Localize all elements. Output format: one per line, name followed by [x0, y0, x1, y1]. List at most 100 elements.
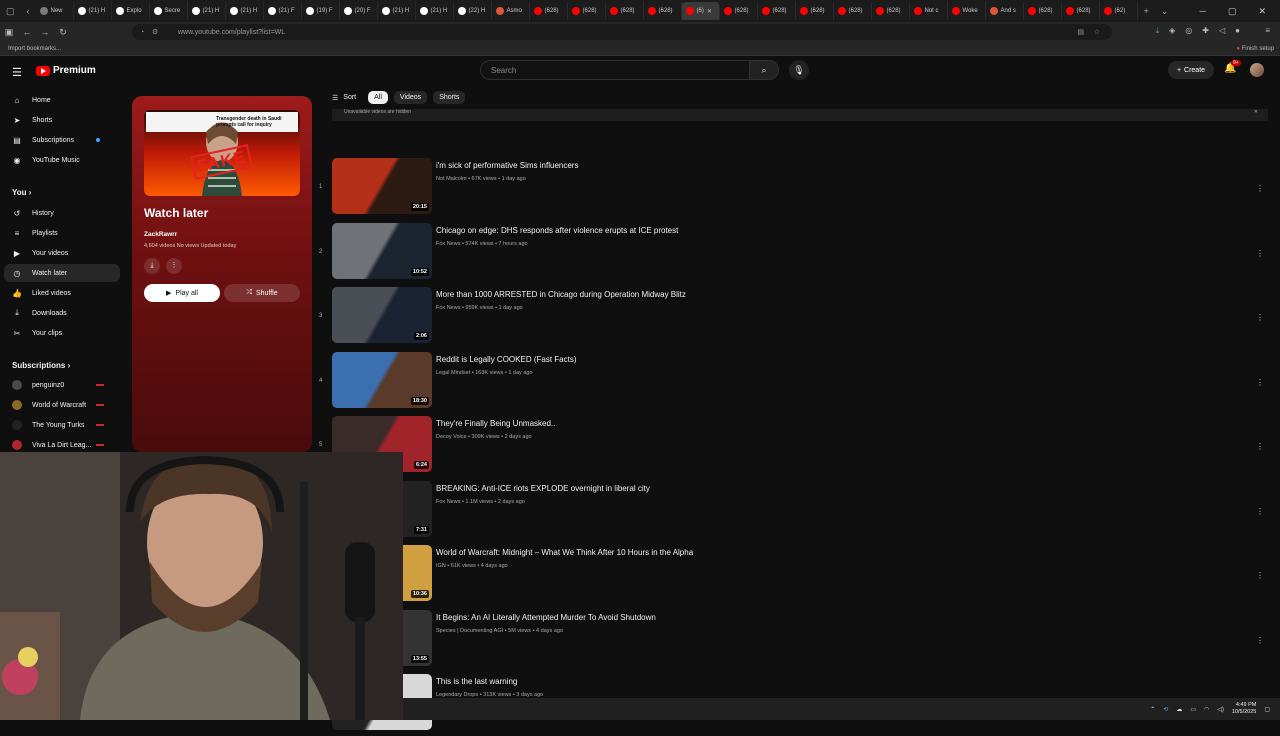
- video-row[interactable]: 3 2:06 More than 1000 ARRESTED in Chicago …: [316, 287, 1276, 349]
- video-row[interactable]: 1 20:15 i'm sick of performative Sims infl…: [316, 158, 1276, 220]
- sidebar-item-watch-later[interactable]: ◷ Watch later: [4, 264, 120, 282]
- tray-app-icon[interactable]: ⟲: [1163, 706, 1168, 713]
- video-title-link[interactable]: This is the last warning: [436, 677, 517, 686]
- search-button[interactable]: ⌕: [749, 60, 779, 80]
- sort-button[interactable]: ☰ Sort: [332, 94, 356, 102]
- browser-tab[interactable]: (21) H: [378, 2, 416, 20]
- sidebar-item-youtube-music[interactable]: ◉ YouTube Music: [4, 151, 120, 169]
- video-title-link[interactable]: More than 1000 ARRESTED in Chicago durin…: [436, 290, 686, 299]
- bookmark-star-icon[interactable]: ☆: [1094, 28, 1100, 36]
- tab-scroll-left-icon[interactable]: ‹: [21, 6, 36, 16]
- sidebar-item-liked-videos[interactable]: 👍 Liked videos: [4, 284, 120, 302]
- browser-tab[interactable]: Asmo: [492, 2, 530, 20]
- more-vertical-icon[interactable]: ⋮: [1256, 571, 1264, 580]
- finish-setup-link[interactable]: ● Finish setup: [1236, 46, 1274, 52]
- close-window-button[interactable]: ✕: [1258, 6, 1266, 17]
- browser-tab[interactable]: (628): [834, 2, 872, 20]
- voice-search-button[interactable]: 🎙: [789, 60, 809, 80]
- account-icon[interactable]: ◎: [1185, 26, 1192, 36]
- video-title-link[interactable]: Reddit is Legally COOKED (Fast Facts): [436, 355, 576, 364]
- browser-tab[interactable]: (628): [1024, 2, 1062, 20]
- subscription-channel[interactable]: The Young Turks: [4, 416, 120, 434]
- browser-tab[interactable]: New: [36, 2, 74, 20]
- video-title-link[interactable]: i'm sick of performative Sims influencer…: [436, 161, 578, 170]
- browser-tab[interactable]: (6) ✕: [681, 2, 720, 20]
- browser-tab[interactable]: (62): [1100, 2, 1138, 20]
- video-row[interactable]: 5 6:24 They're Finally Being Unmasked.. Dec…: [316, 416, 1276, 478]
- video-title-link[interactable]: World of Warcraft: Midnight – What We Th…: [436, 548, 693, 557]
- more-vertical-icon[interactable]: ⋮: [1256, 378, 1264, 387]
- more-vertical-icon[interactable]: ⋮: [1256, 442, 1264, 451]
- tray-cloud-icon[interactable]: ☁: [1176, 706, 1182, 713]
- more-vertical-icon[interactable]: ⋮: [1256, 507, 1264, 516]
- forward-button[interactable]: →: [36, 27, 54, 37]
- tracking-shield-icon[interactable]: ◔: [140, 29, 144, 36]
- browser-tab[interactable]: Explo: [112, 2, 150, 20]
- youtube-premium-logo[interactable]: Premium: [36, 65, 96, 76]
- menu-hamburger-icon[interactable]: ☰: [12, 66, 22, 79]
- account-avatar[interactable]: [1250, 63, 1264, 77]
- filter-chip-all[interactable]: All: [368, 91, 388, 104]
- site-info-icon[interactable]: ⚙: [152, 28, 158, 36]
- browser-tab[interactable]: (21) F: [264, 2, 302, 20]
- browser-tab[interactable]: Not c: [910, 2, 948, 20]
- browser-tab[interactable]: Woke: [948, 2, 986, 20]
- browser-tab[interactable]: Secre: [150, 2, 188, 20]
- more-vertical-icon[interactable]: ⋮: [1256, 249, 1264, 258]
- video-thumbnail[interactable]: 10:52: [332, 222, 432, 279]
- browser-tab[interactable]: (628): [720, 2, 758, 20]
- profile-icon[interactable]: ●: [1235, 26, 1240, 36]
- video-row[interactable]: 67:31BREAKING: Anti-ICE riots EXPLODE ov…: [316, 480, 1276, 543]
- sidebar-toggle-icon[interactable]: ▣: [0, 27, 18, 38]
- more-vertical-icon[interactable]: ⋮: [1256, 184, 1264, 193]
- tray-monitor-icon[interactable]: ▭: [1190, 706, 1196, 713]
- browser-tab[interactable]: (628): [872, 2, 910, 20]
- browser-tab[interactable]: (628): [568, 2, 606, 20]
- browser-tab[interactable]: (628): [644, 2, 682, 20]
- tab-close-icon[interactable]: ✕: [707, 8, 712, 15]
- browser-tab[interactable]: (21) H: [226, 2, 264, 20]
- sidebar-item-subscriptions[interactable]: ▤ Subscriptions: [4, 131, 120, 149]
- sidebar-item-home[interactable]: ⌂ Home: [4, 91, 120, 109]
- banner-close-icon[interactable]: ✕: [1254, 109, 1258, 115]
- play-all-button[interactable]: ▶ Play all: [144, 284, 220, 302]
- video-title-link[interactable]: Chicago on edge: DHS responds after viol…: [436, 226, 678, 235]
- playlist-owner-link[interactable]: ZackRawrr: [144, 231, 177, 238]
- filter-chip-videos[interactable]: Videos: [393, 91, 428, 104]
- new-tab-button[interactable]: +: [1138, 6, 1155, 16]
- maximize-button[interactable]: ▢: [1228, 6, 1237, 17]
- video-row[interactable]: 710:36World of Warcraft: Midnight – What…: [316, 545, 1276, 607]
- tray-chevron-icon[interactable]: ⌃: [1150, 706, 1155, 713]
- browser-tab[interactable]: (628): [1062, 2, 1100, 20]
- create-button[interactable]: + Create: [1168, 61, 1214, 79]
- subscription-channel[interactable]: World of Warcraft: [4, 396, 120, 414]
- you-section-heading[interactable]: You ›: [12, 188, 31, 197]
- browser-tab[interactable]: (628): [606, 2, 644, 20]
- sidebar-item-your-clips[interactable]: ✂ Your clips: [4, 324, 120, 342]
- more-vertical-icon[interactable]: ⋮: [1256, 636, 1264, 645]
- video-thumbnail[interactable]: 18:30: [332, 351, 432, 408]
- video-row[interactable]: 4 18:30 Reddit is Legally COOKED (Fast Fac…: [316, 351, 1276, 414]
- shuffle-button[interactable]: ⤮ Shuffle: [224, 284, 300, 302]
- sidebar-item-shorts[interactable]: ➤ Shorts: [4, 111, 120, 129]
- video-title-link[interactable]: BREAKING: Anti-ICE riots EXPLODE overnig…: [436, 484, 650, 493]
- video-title-link[interactable]: They're Finally Being Unmasked..: [436, 419, 555, 428]
- video-thumbnail[interactable]: 2:06: [332, 287, 432, 343]
- sidebar-item-playlists[interactable]: ≡ Playlists: [4, 224, 120, 242]
- sidebar-item-downloads[interactable]: ⤓ Downloads: [4, 304, 120, 322]
- video-row[interactable]: 2 10:52 Chicago on edge: DHS responds afte…: [316, 222, 1276, 285]
- tab-menu-chevron-icon[interactable]: ⌄: [1155, 6, 1175, 17]
- system-clock[interactable]: 4:49 PM 10/5/2025: [1232, 702, 1256, 716]
- extension-icon[interactable]: ◈: [1169, 26, 1175, 36]
- browser-menu-icon[interactable]: ≡: [1265, 26, 1270, 35]
- notification-center-icon[interactable]: ▢: [1264, 706, 1270, 713]
- import-bookmarks-link[interactable]: Import bookmarks...: [8, 46, 61, 52]
- puzzle-icon[interactable]: ✚: [1202, 26, 1209, 36]
- playlist-cover-thumbnail[interactable]: Transgender death in Saudi prompts call …: [144, 110, 300, 196]
- back-button[interactable]: ←: [18, 27, 36, 37]
- browser-tab[interactable]: (21) H: [74, 2, 112, 20]
- tab-search-icon[interactable]: ▢: [0, 6, 21, 17]
- browser-tab[interactable]: (19) F: [302, 2, 340, 20]
- mute-icon[interactable]: ◁: [1219, 26, 1225, 36]
- subscriptions-section-heading[interactable]: Subscriptions ›: [12, 361, 70, 370]
